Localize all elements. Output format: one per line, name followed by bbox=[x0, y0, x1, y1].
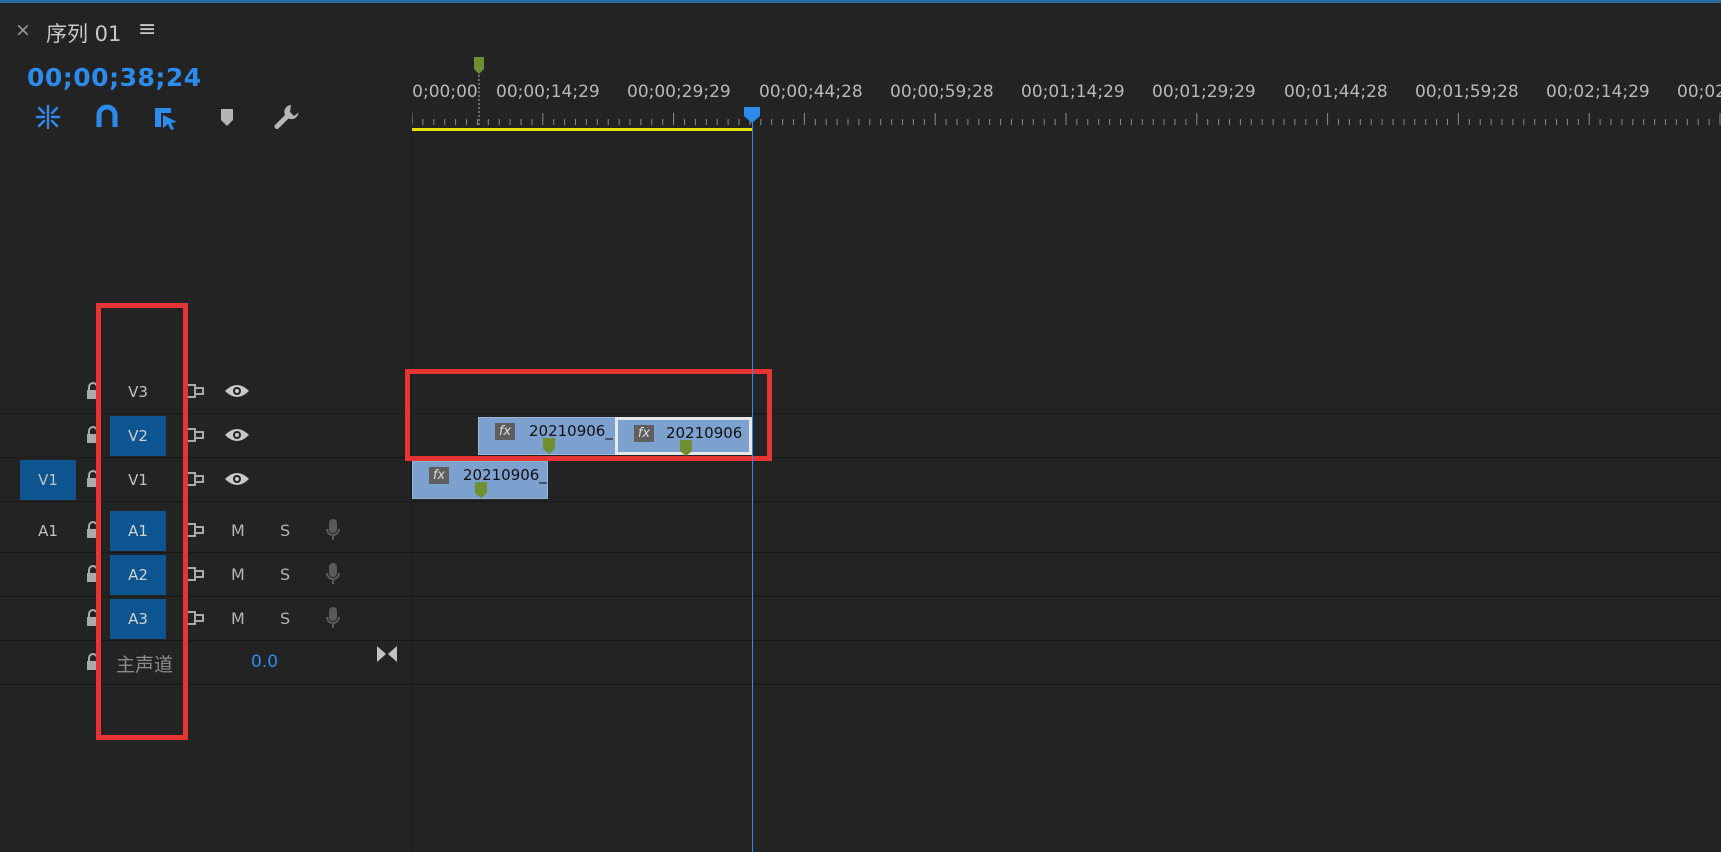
fx-badge-icon: fx bbox=[429, 467, 449, 484]
track-row-v3: V3 bbox=[0, 370, 1721, 414]
track-row-v1: V1 V1 fx 20210906_ bbox=[0, 458, 1721, 502]
ruler-label: 00;00;59;28 bbox=[890, 82, 994, 102]
master-volume-value[interactable]: 0.0 bbox=[251, 652, 278, 672]
ruler-label: 00;01;14;29 bbox=[1021, 82, 1125, 102]
solo-track-button[interactable]: S bbox=[280, 565, 290, 584]
ruler-label: 00;00;44;28 bbox=[759, 82, 863, 102]
video-clip[interactable]: fx 20210906_ bbox=[412, 461, 548, 499]
track-row-a2: A2 M S bbox=[0, 553, 1721, 597]
go-to-in-out-icon[interactable] bbox=[376, 645, 398, 663]
time-ruler[interactable]: 00;00;00;00 00;00;14;29 00;00;29;29 00;0… bbox=[412, 55, 1721, 130]
track-row-a3: A3 M S bbox=[0, 597, 1721, 641]
panel-menu-icon[interactable]: ≡ bbox=[138, 17, 156, 42]
source-patch-v1[interactable]: V1 bbox=[20, 460, 76, 500]
ruler-label: 00;02;29;29 bbox=[1677, 82, 1721, 102]
playhead-timecode[interactable]: 00;00;38;24 bbox=[27, 63, 202, 92]
annotation-box-clips bbox=[405, 369, 772, 461]
track-row-a1: A1 A1 M S bbox=[0, 509, 1721, 553]
voice-over-mic-icon[interactable] bbox=[325, 562, 341, 586]
ruler-label: 00;00;29;29 bbox=[627, 82, 731, 102]
ruler-label: 00;01;29;29 bbox=[1152, 82, 1256, 102]
ruler-label: 00;00;00;00 bbox=[412, 82, 478, 102]
linked-selection-icon[interactable] bbox=[149, 100, 183, 134]
annotation-box-targets bbox=[96, 303, 188, 740]
close-tab-button[interactable]: × bbox=[15, 19, 31, 41]
solo-track-button[interactable]: S bbox=[280, 521, 290, 540]
add-marker-icon[interactable] bbox=[210, 100, 244, 134]
panel-tab-bar: × 序列 01 ≡ bbox=[0, 3, 1721, 55]
ruler-label: 00;01;44;28 bbox=[1284, 82, 1388, 102]
track-row-master: 主声道 0.0 bbox=[0, 641, 1721, 685]
source-patch-a1[interactable]: A1 bbox=[20, 511, 76, 551]
ruler-label: 00;00;14;29 bbox=[496, 82, 600, 102]
voice-over-mic-icon[interactable] bbox=[325, 518, 341, 542]
ruler-ticks bbox=[412, 113, 1721, 125]
toggle-output-eye-icon[interactable] bbox=[224, 470, 250, 488]
track-row-v2: V2 fx 20210906_ fx 20210906 bbox=[0, 414, 1721, 458]
mute-track-button[interactable]: M bbox=[231, 609, 245, 628]
playhead-line[interactable] bbox=[752, 116, 753, 852]
mute-track-button[interactable]: M bbox=[231, 565, 245, 584]
wrench-settings-icon[interactable] bbox=[269, 100, 303, 134]
clip-marker-icon bbox=[475, 482, 487, 498]
solo-track-button[interactable]: S bbox=[280, 609, 290, 628]
snap-magnet-icon[interactable] bbox=[90, 100, 124, 134]
work-area-bar[interactable] bbox=[412, 128, 753, 131]
sequence-tab-title[interactable]: 序列 01 bbox=[46, 18, 121, 48]
in-point-marker-icon[interactable] bbox=[472, 55, 486, 125]
playhead-handle[interactable] bbox=[743, 106, 761, 124]
mute-track-button[interactable]: M bbox=[231, 521, 245, 540]
ruler-label: 00;02;14;29 bbox=[1546, 82, 1650, 102]
toggle-output-eye-icon[interactable] bbox=[224, 426, 250, 444]
insert-overwrite-nest-icon[interactable] bbox=[31, 100, 65, 134]
toggle-output-eye-icon[interactable] bbox=[224, 382, 250, 400]
ruler-label: 00;01;59;28 bbox=[1415, 82, 1519, 102]
voice-over-mic-icon[interactable] bbox=[325, 606, 341, 630]
